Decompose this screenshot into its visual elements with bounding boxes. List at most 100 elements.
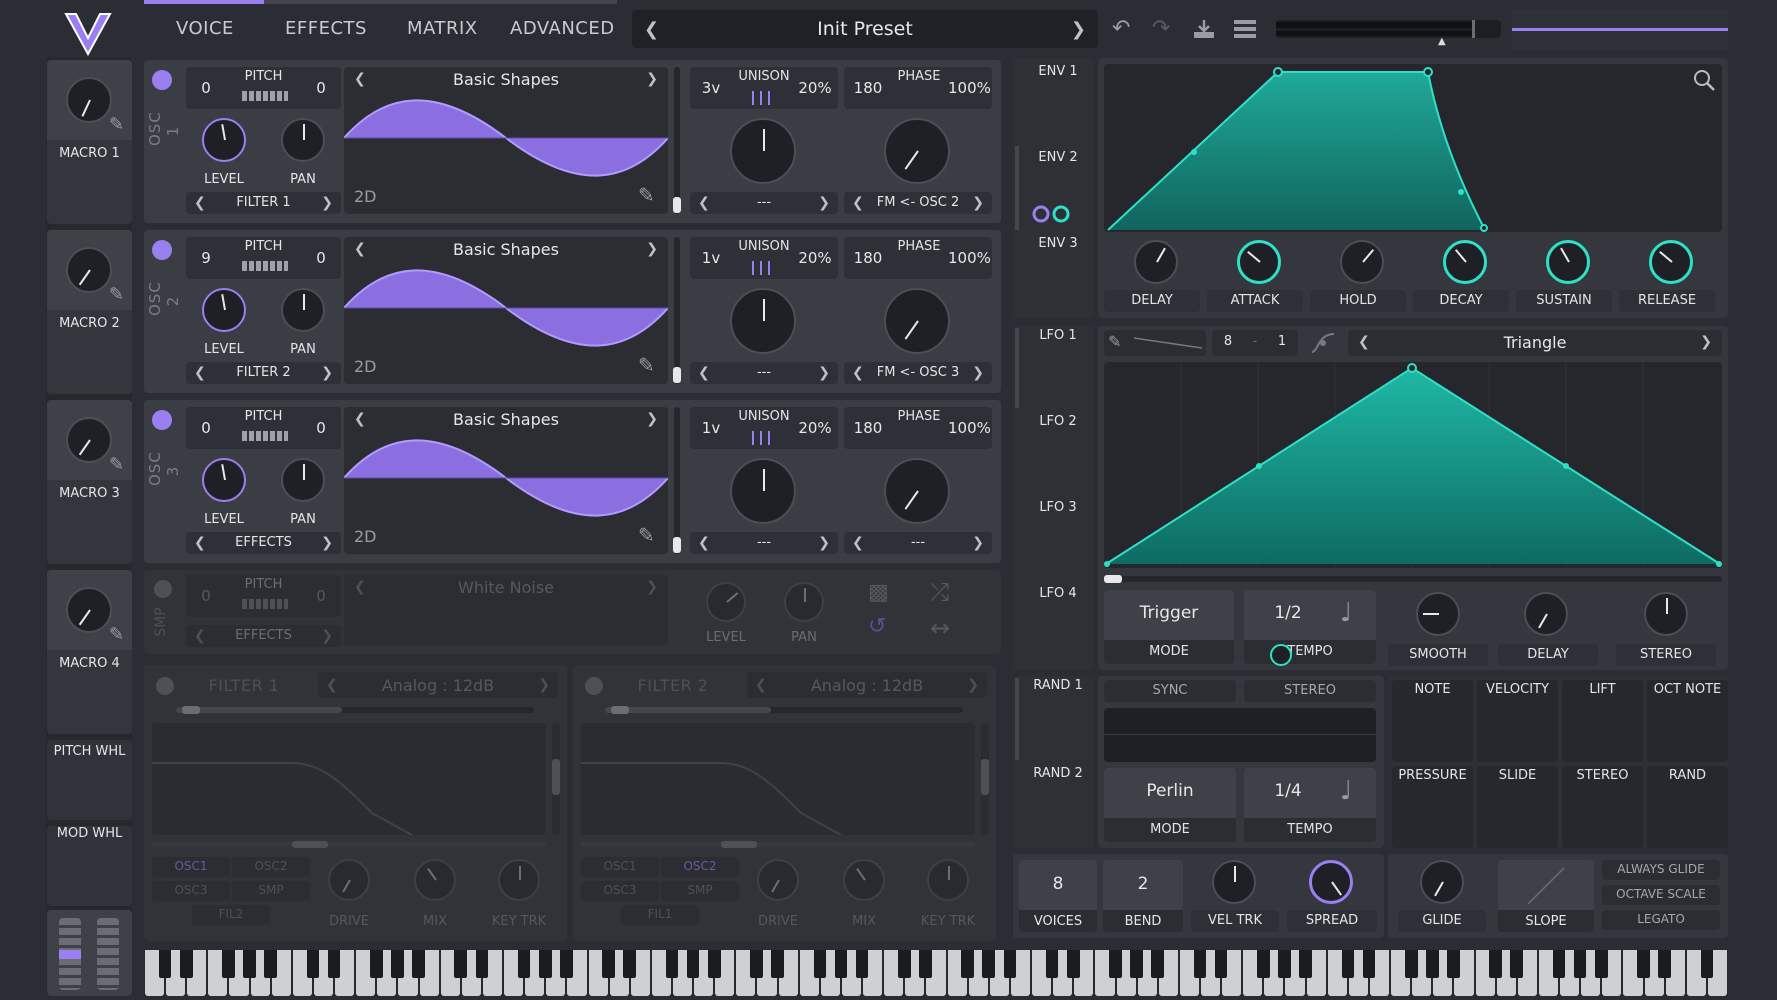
tab-voice[interactable]: VOICE xyxy=(176,18,234,39)
env-graph[interactable] xyxy=(1104,64,1722,232)
piano-key-black[interactable] xyxy=(834,950,848,978)
pan-knob[interactable] xyxy=(281,458,325,502)
piano-key-black[interactable] xyxy=(1594,950,1608,978)
unison-box[interactable]: 1v UNISON 20% xyxy=(690,407,838,449)
lfo-phase-slider[interactable] xyxy=(1104,575,1722,583)
pitch-wheel[interactable]: PITCH WHL xyxy=(47,740,132,820)
wave-dimension[interactable]: 2D xyxy=(354,357,377,376)
lfo-grid-y[interactable]: 1 xyxy=(1272,334,1292,349)
bend-box[interactable]: 2 BEND xyxy=(1103,860,1183,932)
filter-type-selector[interactable]: ❮ Analog : 12dB ❯ xyxy=(318,672,558,698)
env-tab-3[interactable]: ENV 3 xyxy=(1021,236,1095,251)
unison-detune[interactable]: 20% xyxy=(796,249,834,267)
rand-tab-2[interactable]: RAND 2 xyxy=(1021,766,1095,781)
lfo-shape-selector[interactable]: ❮ Triangle ❯ xyxy=(1348,330,1722,356)
piano-key-black[interactable] xyxy=(179,950,193,978)
unison-spread-knob[interactable] xyxy=(730,288,796,354)
lfo-delay-knob[interactable] xyxy=(1524,592,1568,636)
piano-key-black[interactable] xyxy=(1257,950,1270,978)
filter-blend-slider[interactable] xyxy=(605,706,963,714)
filter-cutoff-slider[interactable] xyxy=(152,841,546,848)
mod-source-stereo[interactable]: STEREO xyxy=(1562,766,1643,848)
piano-key-black[interactable] xyxy=(1214,950,1228,978)
filter-mix-knob[interactable] xyxy=(843,859,885,901)
mod-source-pressure[interactable]: PRESSURE xyxy=(1392,766,1473,848)
tab-matrix[interactable]: MATRIX xyxy=(407,18,478,39)
piano-key-black[interactable] xyxy=(961,950,975,978)
spread-knob[interactable] xyxy=(1309,860,1353,904)
sample-display[interactable]: ❮ White Noise ❯ xyxy=(344,575,668,645)
piano-key-black[interactable] xyxy=(855,950,869,978)
rand-tempo-value[interactable]: 1/4 xyxy=(1244,781,1332,801)
lfo-note-icon[interactable]: ♩ xyxy=(1340,598,1352,628)
phase-value[interactable]: 180 xyxy=(850,249,886,267)
piano-key-black[interactable] xyxy=(1109,950,1122,978)
lfo-tempo-box[interactable]: 1/2 ♩ TEMPO xyxy=(1244,590,1376,666)
rand-sync-button[interactable]: SYNC xyxy=(1104,680,1236,702)
fm-right-next-icon[interactable]: ❯ xyxy=(972,535,984,551)
piano-key-black[interactable] xyxy=(369,950,383,978)
lfo-tab-3[interactable]: LFO 3 xyxy=(1021,500,1095,515)
unison-box[interactable]: 3v UNISON 20% xyxy=(690,67,838,109)
piano-key-black[interactable] xyxy=(1130,950,1143,978)
phase-box[interactable]: 180 PHASE 100% xyxy=(844,237,992,279)
wavetable-display[interactable]: ❮ Basic Shapes ❯ 2D ✎ xyxy=(344,407,668,554)
lfo-mode-box[interactable]: Trigger MODE xyxy=(1104,590,1234,664)
piano-key-black[interactable] xyxy=(222,950,235,978)
lfo-shape-next-icon[interactable]: ❯ xyxy=(1700,334,1712,350)
sample-pitch-fine[interactable]: 0 xyxy=(311,587,331,605)
keyboard[interactable] xyxy=(144,950,1728,996)
lfo-smooth-knob[interactable] xyxy=(1416,592,1460,636)
piano-key-black[interactable] xyxy=(306,950,320,978)
filter-input-osc3[interactable]: OSC3 xyxy=(581,881,659,901)
sample-random-icon[interactable]: ⤮ xyxy=(930,578,949,606)
filter-cutoff-slider[interactable] xyxy=(581,841,975,848)
phase-random[interactable]: 100% xyxy=(948,79,991,97)
wavetable-display[interactable]: ❮ Basic Shapes ❯ 2D ✎ xyxy=(344,67,668,214)
piano-key-black[interactable] xyxy=(750,950,763,978)
fm-right-selector[interactable]: ❮ FM <- OSC 2 ❯ xyxy=(844,192,992,214)
fm-right-next-icon[interactable]: ❯ xyxy=(972,195,984,211)
piano-key-black[interactable] xyxy=(1278,950,1291,978)
macro-3-knob[interactable] xyxy=(66,417,112,463)
sample-pan-knob[interactable] xyxy=(784,582,824,622)
piano-key-black[interactable] xyxy=(1151,950,1165,978)
pitch-fine[interactable]: 0 xyxy=(311,249,331,267)
macro-2[interactable]: ✎ MACRO 2 xyxy=(47,230,132,394)
volume-slider[interactable] xyxy=(1512,10,1728,50)
piano-key-black[interactable] xyxy=(686,950,700,978)
env-delay-knob[interactable] xyxy=(1134,240,1178,284)
piano-key-black[interactable] xyxy=(1447,950,1460,978)
piano-key-black[interactable] xyxy=(1489,950,1503,978)
piano-key-black[interactable] xyxy=(1510,950,1524,978)
filter-keytrack-knob[interactable] xyxy=(927,859,969,901)
filter-display-scroll[interactable] xyxy=(981,723,989,835)
piano-key-black[interactable] xyxy=(1637,950,1650,978)
piano-key-black[interactable] xyxy=(813,950,827,978)
mod-source-oct-note[interactable]: OCT NOTE xyxy=(1647,680,1728,762)
piano-key-black[interactable] xyxy=(158,950,172,978)
piano-key-black[interactable] xyxy=(1404,950,1418,978)
lfo-tab-1[interactable]: LFO 1 xyxy=(1021,328,1095,343)
route-selector[interactable]: ❮ FILTER 2 ❯ xyxy=(186,362,341,384)
env-decay-knob[interactable] xyxy=(1443,240,1487,284)
phase-box[interactable]: 180 PHASE 100% xyxy=(844,407,992,449)
unison-spread-knob[interactable] xyxy=(730,118,796,184)
sample-route-selector[interactable]: ❮ EFFECTS ❯ xyxy=(186,625,341,647)
route-selector[interactable]: ❮ FILTER 1 ❯ xyxy=(186,192,341,214)
lfo-tempo-value[interactable]: 1/2 xyxy=(1244,603,1332,623)
vel-trk-knob[interactable] xyxy=(1212,860,1256,904)
env-tab-1[interactable]: ENV 1 xyxy=(1021,64,1095,79)
phase-value[interactable]: 180 xyxy=(850,79,886,97)
piano-key-black[interactable] xyxy=(707,950,721,978)
fm-left-selector[interactable]: ❮ --- ❯ xyxy=(690,532,838,554)
filter-keytrack-knob[interactable] xyxy=(498,859,540,901)
piano-key-black[interactable] xyxy=(560,950,573,978)
macro-4[interactable]: ✎ MACRO 4 xyxy=(47,570,132,734)
pitch-box[interactable]: 0 PITCH 0 xyxy=(186,67,341,109)
undo-icon[interactable]: ↶ xyxy=(1112,16,1130,41)
mod-wheel[interactable]: MOD WHL xyxy=(47,826,132,906)
phase-random[interactable]: 100% xyxy=(948,419,991,437)
wave-frame-slider[interactable] xyxy=(673,407,681,554)
piano-key-black[interactable] xyxy=(897,950,911,978)
